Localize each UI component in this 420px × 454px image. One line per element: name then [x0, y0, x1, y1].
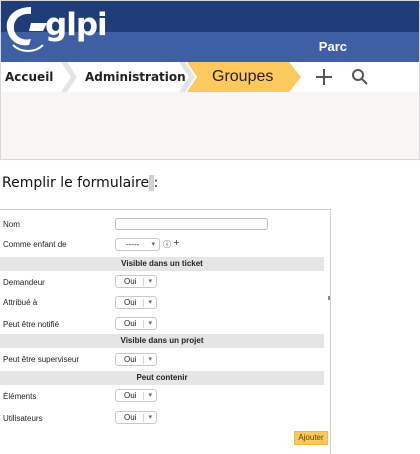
section-ticket: Visible dans un ticket: [0, 257, 324, 271]
logo-text: glpi: [45, 7, 108, 43]
parent-label: Comme enfant de: [3, 240, 67, 249]
section-project: Visible dans un projet: [0, 334, 324, 348]
requester-label: Demandeur: [3, 278, 45, 287]
requester-value: Oui: [124, 277, 137, 286]
select-divider: [143, 392, 144, 400]
breadcrumb-item-accueil[interactable]: Accueil: [5, 62, 53, 92]
search-icon[interactable]: [351, 68, 368, 85]
chevron-down-icon: ▾: [148, 320, 152, 327]
assigned-label: Attribué à: [3, 298, 38, 307]
assigned-value: Oui: [124, 298, 137, 307]
select-divider: [143, 299, 144, 307]
assigned-select[interactable]: Oui ▾: [115, 296, 157, 309]
breadcrumb-item-groupes[interactable]: Groupes: [212, 62, 273, 92]
supervisor-value: Oui: [124, 355, 137, 364]
select-divider: [143, 414, 144, 422]
elements-label: Éléments: [3, 392, 37, 401]
name-input[interactable]: [115, 218, 268, 230]
section-contain: Peut contenir: [0, 371, 324, 385]
group-form: Nom Comme enfant de ----- ▾ ⓘ + Visible …: [0, 209, 331, 454]
requester-select[interactable]: Oui ▾: [115, 275, 157, 288]
notify-select[interactable]: Oui ▾: [115, 317, 157, 330]
chevron-down-icon: ▾: [148, 414, 152, 421]
chevron-down-icon: ▾: [151, 241, 155, 248]
name-label: Nom: [3, 220, 20, 229]
add-button[interactable]: Ajouter: [294, 431, 328, 445]
supervisor-label: Peut être superviseur: [3, 355, 80, 364]
chevron-down-icon: ▾: [148, 278, 152, 285]
glpi-header-screenshot: glpi Parc Accueil Administration Groupes: [0, 0, 420, 160]
parent-select[interactable]: ----- ▾: [115, 238, 160, 251]
elements-value: Oui: [124, 391, 137, 400]
parent-select-value: -----: [126, 240, 140, 249]
instruction-main: Remplir le formulaire: [2, 175, 150, 191]
users-label: Utilisateurs: [3, 414, 43, 423]
instruction-text: Remplir le formulaire :: [2, 175, 158, 191]
breadcrumb-item-administration[interactable]: Administration: [85, 62, 186, 92]
notify-label: Peut être notifié: [3, 320, 60, 329]
scroll-indicator: [328, 296, 330, 300]
select-divider: [143, 356, 144, 364]
elements-select[interactable]: Oui ▾: [115, 389, 157, 402]
select-divider: [143, 278, 144, 286]
info-icon[interactable]: ⓘ: [163, 239, 171, 250]
plus-icon[interactable]: [315, 68, 333, 86]
chevron-down-icon: ▾: [148, 392, 152, 399]
chevron-down-icon: ▾: [148, 356, 152, 363]
users-value: Oui: [124, 413, 137, 422]
content-area: [1, 92, 419, 159]
users-select[interactable]: Oui ▾: [115, 411, 157, 424]
notify-value: Oui: [124, 319, 137, 328]
add-icon[interactable]: +: [173, 238, 180, 247]
supervisor-select[interactable]: Oui ▾: [115, 353, 157, 366]
instruction-colon: :: [153, 175, 159, 191]
select-divider: [143, 320, 144, 328]
menu-parc[interactable]: Parc: [319, 39, 347, 54]
chevron-down-icon: ▾: [148, 299, 152, 306]
